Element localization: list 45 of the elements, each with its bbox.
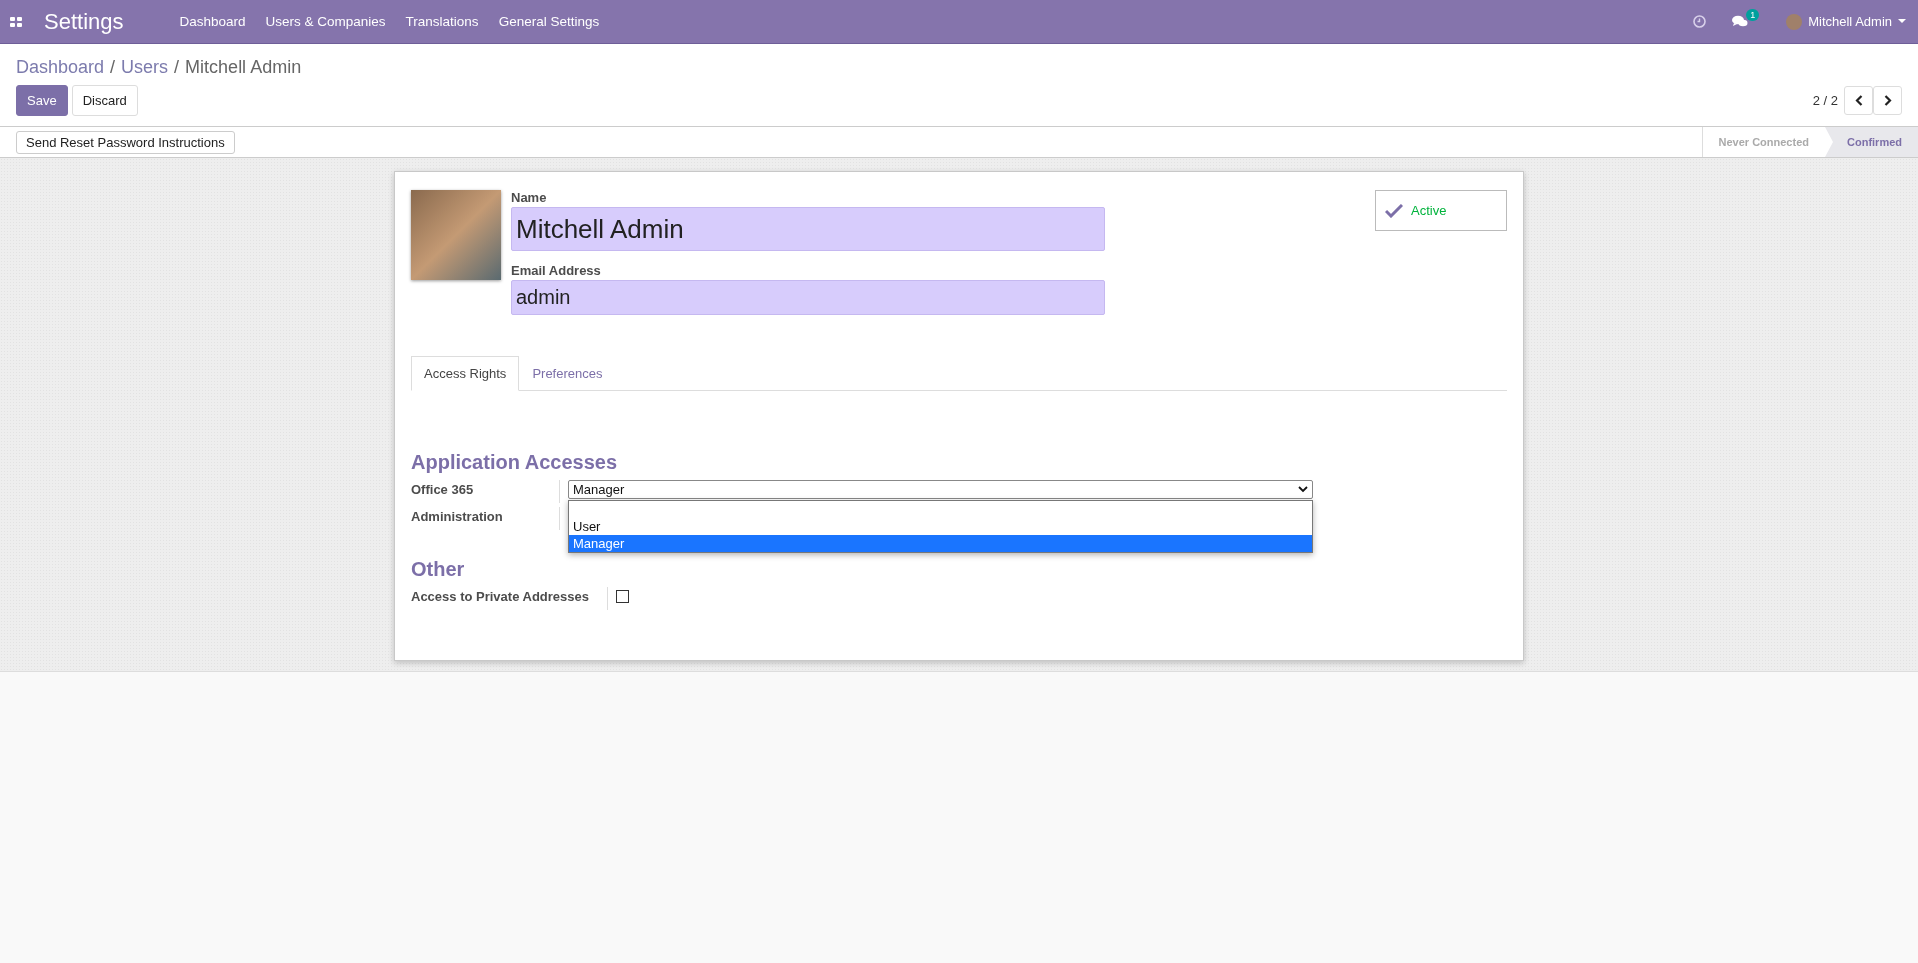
menu-item[interactable]: Users & Companies <box>255 14 396 29</box>
user-name: Mitchell Admin <box>1808 14 1892 29</box>
avatar-icon <box>1786 13 1803 30</box>
chat-icon[interactable] <box>1732 15 1749 28</box>
message-count-badge: 1 <box>1746 9 1760 21</box>
apps-menu-icon[interactable] <box>10 16 22 27</box>
chevron-right-icon <box>1883 95 1892 106</box>
user-menu[interactable]: Mitchell Admin <box>1786 13 1906 30</box>
dropdown-option[interactable]: User <box>569 518 1312 535</box>
chevron-left-icon <box>1854 95 1863 106</box>
field-label: Access to Private Addresses <box>411 587 608 610</box>
section-heading: Other <box>411 558 465 581</box>
clock-icon[interactable] <box>1693 15 1707 28</box>
breadcrumb-separator: / <box>174 57 180 78</box>
dropdown-option[interactable]: Manager <box>569 535 1312 552</box>
discard-button[interactable]: Discard <box>71 85 138 116</box>
field-label: Name <box>511 190 548 205</box>
section-heading: Application Accesses <box>411 451 617 474</box>
name-field[interactable]: Mitchell Admin <box>511 207 1105 251</box>
menu-item[interactable]: Translations <box>395 14 489 29</box>
next-button[interactable] <box>1873 86 1902 115</box>
select-field[interactable]: Manager <box>568 480 1313 499</box>
breadcrumb-separator: / <box>110 57 116 78</box>
tab[interactable]: Preferences <box>519 356 616 391</box>
field-label: Office 365 <box>411 480 560 503</box>
field-label: Email Address <box>511 263 602 278</box>
menu-item[interactable]: General Settings <box>488 14 610 29</box>
chevron-down-icon <box>1298 486 1308 493</box>
email-field[interactable]: admin <box>511 280 1105 315</box>
breadcrumb-current: Mitchell Admin <box>185 57 302 78</box>
save-button[interactable]: Save <box>16 85 68 116</box>
reset-password-button[interactable]: Send Reset Password Instructions <box>16 130 235 154</box>
breadcrumb-link[interactable]: Users <box>121 57 169 78</box>
menu-item[interactable]: Dashboard <box>169 14 256 29</box>
pager-counter: 2 / 2 <box>1812 93 1838 108</box>
status-step[interactable]: Never Connected <box>1702 127 1825 157</box>
app-title: Settings <box>44 8 124 35</box>
caret-icon <box>1898 19 1906 24</box>
previous-button[interactable] <box>1844 86 1873 115</box>
breadcrumb-link[interactable]: Dashboard <box>16 57 105 78</box>
checkbox[interactable] <box>616 590 629 603</box>
active-toggle[interactable]: Active <box>1375 190 1507 231</box>
status-step[interactable]: Confirmed <box>1825 127 1918 157</box>
field-label: Administration <box>411 507 560 530</box>
tab[interactable]: Access Rights <box>411 356 520 391</box>
